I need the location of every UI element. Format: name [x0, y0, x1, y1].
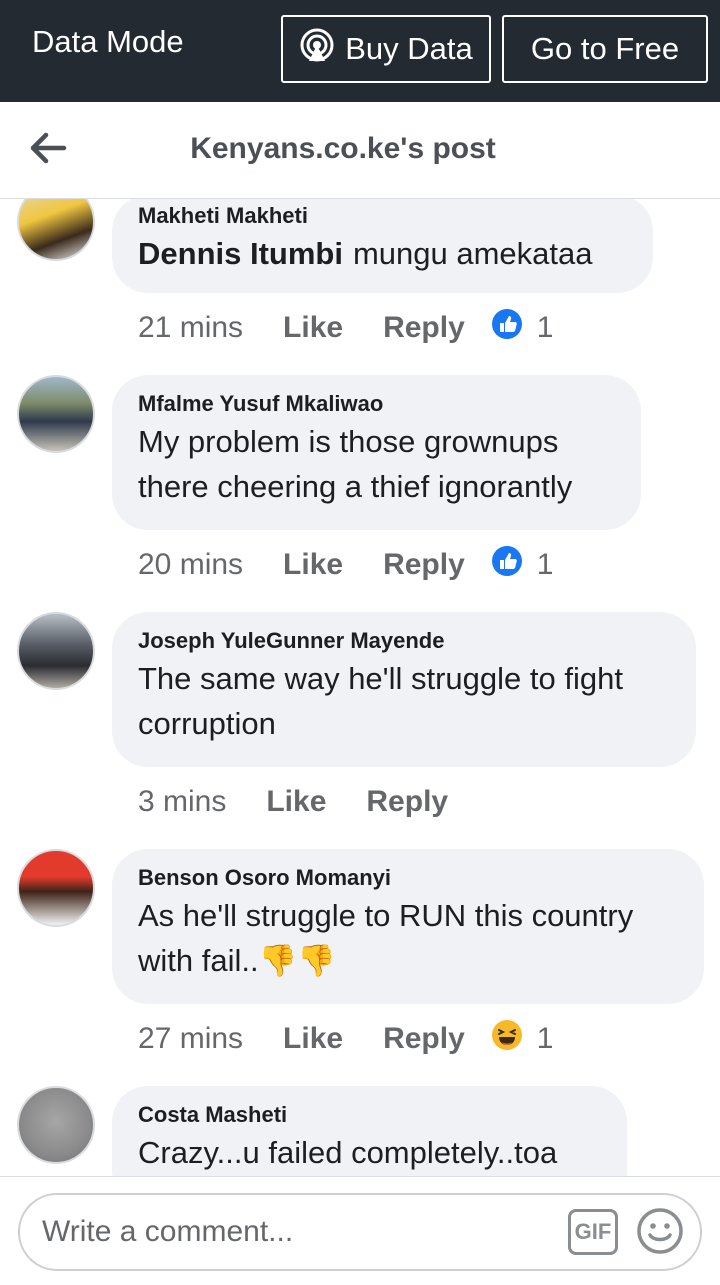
comment-body: mungu amekataa	[352, 236, 593, 271]
like-icon	[491, 545, 523, 585]
avatar[interactable]	[17, 199, 95, 261]
comment-author[interactable]: Benson Osoro Momanyi	[138, 863, 678, 893]
avatar[interactable]	[17, 612, 95, 690]
post-header: Kenyans.co.ke's post	[0, 102, 720, 199]
comment-author[interactable]: Costa Masheti	[138, 1100, 601, 1130]
avatar[interactable]	[17, 375, 95, 453]
like-button[interactable]: Like	[283, 311, 343, 345]
comment-bubble[interactable]: Benson Osoro Momanyi As he'll struggle t…	[112, 849, 704, 1004]
reaction-summary[interactable]: 1	[491, 1019, 554, 1059]
buy-data-label: Buy Data	[345, 31, 473, 66]
mention-tag[interactable]: Dennis Itumbi	[138, 236, 343, 271]
comment-text-line: corruption	[138, 706, 276, 741]
reply-button[interactable]: Reply	[383, 311, 465, 345]
broadcast-icon	[299, 27, 345, 71]
comment-actions: 20 mins Like Reply 1	[138, 545, 553, 585]
comment-text-line: My problem is those grownups	[138, 424, 559, 459]
reply-button[interactable]: Reply	[383, 1022, 465, 1056]
comment-text-line: The same way he'll struggle to fight	[138, 661, 623, 696]
comment-placeholder: Write a comment...	[42, 1215, 294, 1248]
comment-composer: Write a comment... GIF	[0, 1176, 720, 1285]
comment-author[interactable]: Mfalme Yusuf Mkaliwao	[138, 389, 615, 419]
comment-bubble[interactable]: Mfalme Yusuf Mkaliwao My problem is thos…	[112, 375, 641, 530]
like-button[interactable]: Like	[283, 1022, 343, 1056]
comment-text-line: there cheering a thief ignorantly	[138, 469, 573, 504]
reaction-count: 1	[536, 1022, 554, 1055]
comment-text-line: with fail..👎👎	[138, 943, 336, 978]
reply-button[interactable]: Reply	[383, 548, 465, 582]
data-mode-label: Data Mode	[32, 24, 184, 59]
avatar[interactable]	[17, 849, 95, 927]
comment-text-line: As he'll struggle to RUN this country	[138, 898, 634, 933]
comment-input[interactable]: Write a comment... GIF	[18, 1193, 702, 1271]
comment-bubble[interactable]: Joseph YuleGunner Mayende The same way h…	[112, 612, 696, 767]
reaction-summary[interactable]: 1	[491, 308, 554, 348]
reply-button[interactable]: Reply	[366, 785, 448, 819]
like-icon	[491, 308, 523, 348]
gif-button[interactable]: GIF	[568, 1209, 618, 1255]
haha-icon	[491, 1019, 523, 1059]
reaction-count: 1	[536, 311, 554, 344]
avatar[interactable]	[17, 1086, 95, 1164]
comment-bubble[interactable]: Makheti Makheti Dennis Itumbi mungu ameka…	[112, 199, 653, 293]
reaction-count: 1	[536, 548, 554, 581]
comment-bubble[interactable]: Costa Masheti Crazy...u failed completel…	[112, 1086, 627, 1176]
comments-list: Makheti Makheti Dennis Itumbi mungu ameka…	[0, 199, 720, 1176]
like-button[interactable]: Like	[266, 785, 326, 819]
data-mode-bar: Data Mode Buy Data Go to Free	[0, 0, 720, 102]
go-to-free-button[interactable]: Go to Free	[502, 15, 708, 83]
comment-actions: 3 mins Like Reply	[138, 782, 488, 822]
comment-time[interactable]: 3 mins	[138, 785, 226, 819]
comment-time[interactable]: 20 mins	[138, 548, 243, 582]
comment-time[interactable]: 21 mins	[138, 311, 243, 345]
emoji-icon[interactable]	[636, 1207, 684, 1255]
comment-time[interactable]: 27 mins	[138, 1022, 243, 1056]
reaction-summary[interactable]: 1	[491, 545, 554, 585]
buy-data-button[interactable]: Buy Data	[281, 15, 491, 83]
comment-actions: 27 mins Like Reply 1	[138, 1019, 553, 1059]
go-to-free-label: Go to Free	[530, 31, 680, 66]
comment-text: Dennis Itumbi mungu amekataa	[138, 231, 627, 276]
comment-text-line: Crazy...u failed completely..toa	[138, 1135, 558, 1170]
page-title: Kenyans.co.ke's post	[190, 132, 496, 165]
comment-author[interactable]: Makheti Makheti	[138, 201, 627, 231]
like-button[interactable]: Like	[283, 548, 343, 582]
comment-author[interactable]: Joseph YuleGunner Mayende	[138, 626, 670, 656]
comment-actions: 21 mins Like Reply 1	[138, 308, 553, 348]
